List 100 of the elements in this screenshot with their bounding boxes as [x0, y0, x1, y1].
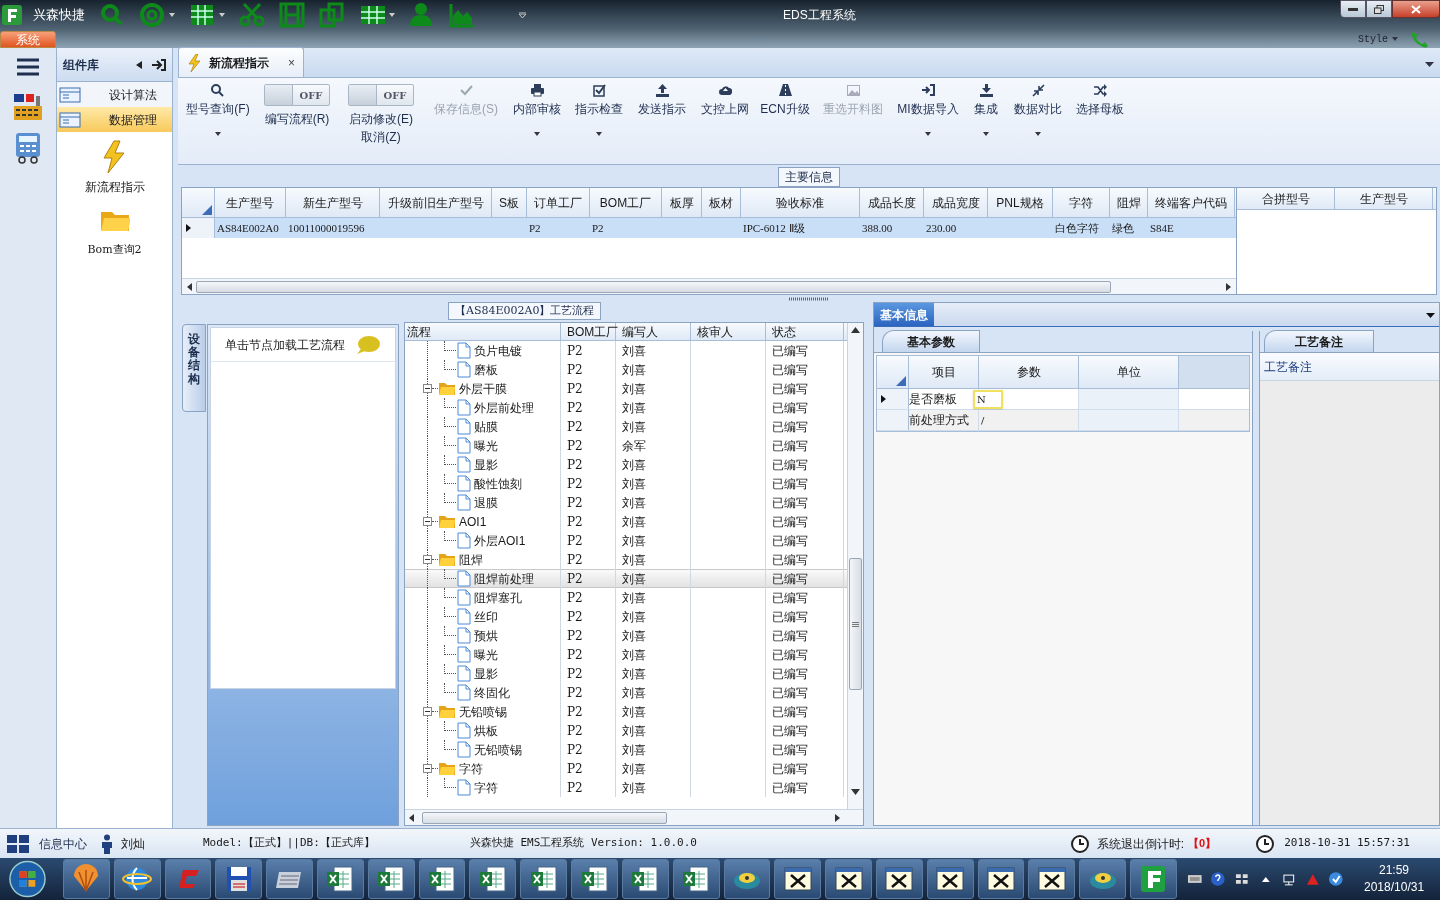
taskbar-button[interactable] — [113, 859, 161, 899]
horizontal-scrollbar[interactable] — [182, 278, 1236, 294]
column-header[interactable]: 合拼型号 — [1237, 188, 1335, 209]
collapse-box-icon[interactable] — [423, 555, 432, 564]
taskbar-button[interactable] — [672, 859, 720, 899]
taskbar-button[interactable] — [926, 859, 974, 899]
select-all-corner-icon[interactable] — [202, 205, 212, 215]
sub-tab[interactable]: 工艺备注 — [1264, 330, 1374, 352]
collapse-box-icon[interactable] — [423, 764, 432, 773]
scroll-left-icon[interactable] — [408, 813, 416, 822]
scroll-left-icon[interactable] — [186, 282, 194, 291]
caret-icon[interactable] — [1392, 37, 1398, 41]
taskbar-button[interactable] — [266, 859, 314, 899]
taskbar-button[interactable] — [875, 859, 923, 899]
area-chart-icon[interactable] — [449, 2, 475, 28]
copy-icon[interactable] — [319, 2, 345, 28]
ribbon-button[interactable]: 指示检查 — [573, 84, 625, 118]
taskbar-button[interactable] — [1028, 859, 1076, 899]
film-icon[interactable] — [279, 2, 305, 28]
taskbar-button[interactable] — [774, 859, 822, 899]
ribbon-button[interactable]: 集成 — [972, 84, 1000, 118]
caret-icon[interactable] — [389, 13, 395, 17]
user-icon[interactable] — [409, 2, 435, 28]
column-header[interactable]: 阻焊 — [1110, 188, 1148, 217]
ribbon-button[interactable]: 型号查询(F) — [184, 84, 252, 118]
column-header[interactable]: 终端客户代码 — [1148, 188, 1235, 217]
scrollbar-thumb[interactable] — [196, 280, 1111, 293]
column-header[interactable]: 字符 — [1053, 188, 1110, 217]
collapse-box-icon[interactable] — [423, 517, 432, 526]
scrollbar-thumb[interactable] — [849, 558, 862, 690]
start-button[interactable] — [8, 859, 47, 899]
ribbon-button[interactable]: 选择母板 — [1074, 84, 1126, 118]
ribbon-button[interactable]: 发送指示 — [636, 84, 688, 118]
dropdown-caret-icon[interactable] — [983, 132, 989, 136]
table-row[interactable]: AS84E002A0 10011000019596 P2 P2 IPC-6012 Ⅱ级 388.00 230.00 白色字符 绿色 S84E — [182, 218, 1236, 238]
dropdown-caret-icon[interactable] — [925, 132, 931, 136]
taskbar-button[interactable] — [825, 859, 872, 899]
caret-icon[interactable] — [219, 13, 225, 17]
dropdown-caret-icon[interactable] — [1035, 132, 1041, 136]
collapse-box-icon[interactable] — [423, 707, 432, 716]
windows-icon[interactable] — [1234, 871, 1250, 887]
close-button[interactable] — [1392, 0, 1440, 18]
lifebuoy-icon[interactable] — [139, 2, 165, 28]
scroll-up-icon[interactable] — [851, 327, 860, 333]
column-header[interactable]: 核审人 — [691, 323, 766, 340]
panel-menu-caret-icon[interactable] — [1426, 313, 1435, 318]
taskbar-button[interactable] — [469, 859, 517, 899]
shortcut-item[interactable]: Bom查询2 — [57, 204, 172, 259]
column-header[interactable]: 状态 — [766, 323, 844, 340]
taskbar-button[interactable] — [215, 859, 263, 899]
menu-icon[interactable] — [17, 58, 39, 76]
column-header[interactable]: S板 — [492, 188, 527, 217]
caret-icon[interactable] — [169, 13, 175, 17]
ribbon-button[interactable]: 内部审核 — [511, 84, 563, 118]
restore-button[interactable] — [1366, 0, 1392, 18]
splitter-grip-icon[interactable] — [789, 296, 829, 301]
scroll-right-icon[interactable] — [1224, 282, 1232, 291]
column-header[interactable]: 流程 — [405, 323, 561, 340]
scroll-down-icon[interactable] — [851, 789, 860, 795]
apps-grid-icon[interactable] — [7, 834, 29, 853]
taskbar-button[interactable] — [520, 859, 568, 899]
column-header[interactable]: 参数 — [979, 356, 1079, 388]
tree-row[interactable]: 阻焊前处理 P2 刘喜 已编写 — [405, 569, 847, 588]
toggle-switch[interactable]: OFF — [348, 84, 414, 106]
dropdown-caret-icon[interactable] — [215, 132, 221, 136]
help-icon[interactable] — [1210, 871, 1227, 887]
network-icon[interactable] — [1281, 871, 1297, 887]
panel-tab[interactable]: 基本信息 — [874, 303, 934, 326]
taskbar-button[interactable] — [317, 859, 364, 899]
select-all-corner-icon[interactable] — [896, 376, 906, 386]
column-header[interactable]: 板材 — [702, 188, 741, 217]
table-row[interactable]: 是否磨板 N — [877, 389, 1249, 410]
ribbon-button[interactable]: 数据对比 — [1012, 84, 1064, 118]
column-header[interactable]: 生产型号 — [215, 188, 286, 217]
sub-tab[interactable]: 基本参数 — [882, 330, 980, 352]
column-header[interactable]: 生产型号 — [1335, 188, 1433, 209]
column-header[interactable]: 成品宽度 — [924, 188, 988, 217]
taskbar-button[interactable] — [571, 859, 618, 899]
taskbar-button[interactable] — [621, 859, 669, 899]
collapse-box-icon[interactable] — [423, 384, 432, 393]
grid-icon[interactable] — [189, 2, 215, 28]
minimize-button[interactable] — [1340, 0, 1366, 18]
scrollbar-thumb[interactable] — [422, 811, 667, 824]
app-logo-icon[interactable] — [1, 4, 23, 26]
vertical-tab[interactable]: 设备结构 — [182, 324, 206, 412]
sign-in-icon[interactable] — [152, 58, 166, 71]
toggle-switch[interactable]: OFF — [264, 84, 330, 106]
column-header[interactable]: 新生产型号 — [286, 188, 380, 217]
dropdown-caret-icon[interactable] — [534, 132, 540, 136]
column-header[interactable]: PNL规格 — [988, 188, 1053, 217]
ribbon-button[interactable]: MI数据导入 — [895, 84, 961, 118]
column-header[interactable]: BOM工厂 — [590, 188, 662, 217]
column-header[interactable]: 项目 — [909, 356, 979, 388]
table-row[interactable]: 前处理方式 / — [877, 410, 1249, 431]
taskbar-button[interactable] — [1079, 859, 1127, 899]
column-header[interactable]: 订单工厂 — [527, 188, 590, 217]
horizontal-scrollbar[interactable] — [405, 809, 863, 825]
calculator-icon[interactable] — [14, 132, 42, 164]
dropdown-caret-icon[interactable] — [596, 132, 602, 136]
column-header[interactable]: 板厚 — [662, 188, 702, 217]
